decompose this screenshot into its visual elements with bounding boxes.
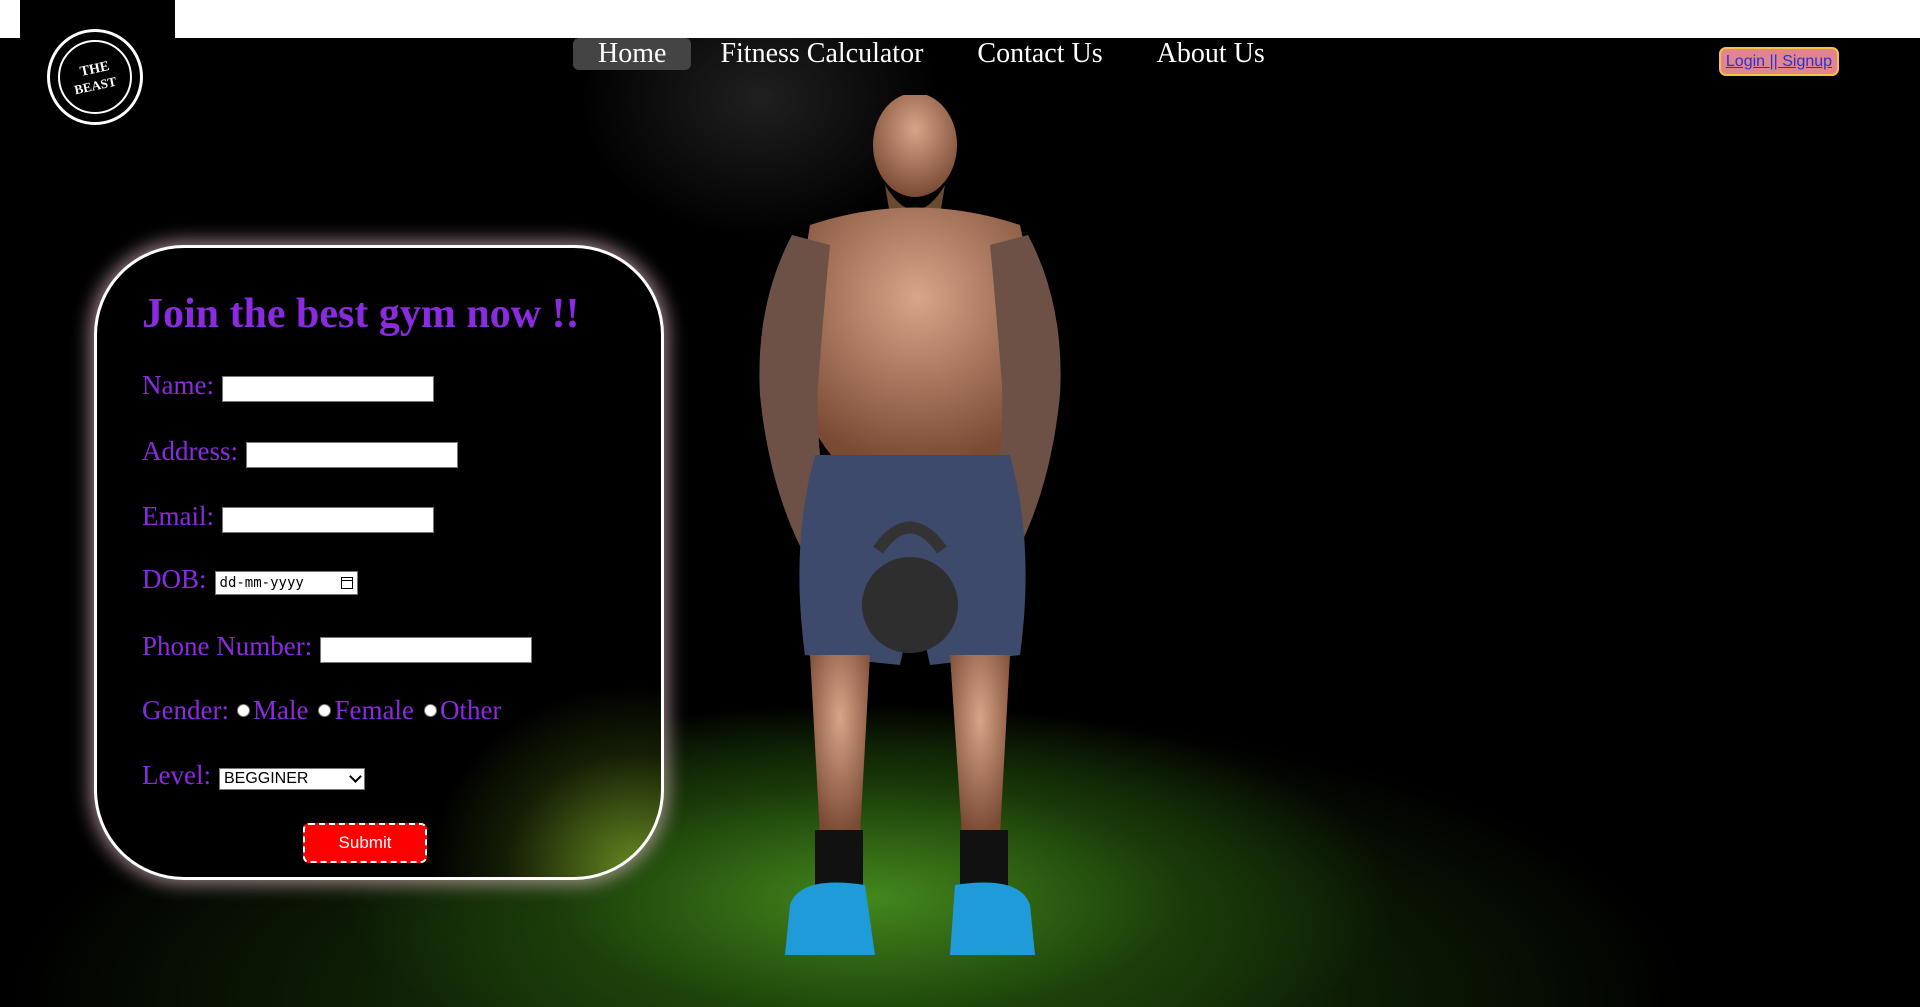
nav-home[interactable]: Home [573, 38, 692, 70]
gender-option-male[interactable]: Male [236, 695, 309, 726]
address-label: Address: [142, 435, 238, 466]
logo-text-beast: BEAST [72, 73, 118, 97]
level-label: Level: [142, 760, 211, 790]
level-select[interactable]: BEGGINER [218, 767, 365, 790]
logo-emblem: THE BEAST [58, 40, 132, 114]
dob-row: DOB: dd-mm-yyyy [142, 564, 358, 595]
phone-label: Phone Number: [142, 630, 313, 661]
gender-male-label: Male [252, 695, 309, 725]
gender-female-label: Female [334, 695, 414, 725]
gender-label: Gender: [142, 695, 229, 725]
nav-about-us[interactable]: About Us [1132, 38, 1290, 70]
nav-fitness-calculator[interactable]: Fitness Calculator [695, 38, 948, 70]
form-title: Join the best gym now !! [142, 291, 580, 337]
email-row: Email: [142, 499, 434, 533]
dob-label: DOB: [142, 564, 207, 594]
email-label: Email: [142, 500, 214, 531]
phone-row: Phone Number: [142, 629, 533, 663]
radio-female[interactable] [318, 704, 332, 717]
level-row: Level: BEGGINER [142, 760, 365, 791]
gym-logo-icon[interactable]: THE BEAST [47, 29, 143, 125]
radio-other[interactable] [423, 704, 437, 717]
name-label: Name: [142, 369, 214, 400]
level-selected-value: BEGGINER [223, 769, 309, 787]
email-input[interactable] [221, 507, 434, 533]
login-signup-button[interactable]: Login || Signup [1719, 47, 1839, 76]
join-form-card: Join the best gym now !! Name: Address: … [94, 245, 664, 880]
address-input[interactable] [246, 442, 458, 468]
top-white-bar [0, 0, 1920, 38]
name-input[interactable] [221, 376, 434, 402]
dob-input[interactable]: dd-mm-yyyy [214, 570, 358, 595]
chevron-down-icon [349, 770, 362, 783]
nav-contact-us[interactable]: Contact Us [952, 38, 1127, 70]
submit-button[interactable]: Submit [303, 823, 427, 863]
name-row: Name: [142, 368, 434, 402]
phone-input[interactable] [320, 637, 533, 663]
main-nav: Home Fitness Calculator Contact Us About… [573, 38, 1294, 70]
gender-option-other[interactable]: Other [423, 695, 502, 726]
radio-male[interactable] [236, 704, 250, 717]
address-row: Address: [142, 434, 458, 468]
calendar-icon[interactable] [340, 576, 353, 589]
dob-placeholder: dd-mm-yyyy [219, 574, 304, 591]
gender-option-female[interactable]: Female [318, 695, 414, 726]
gender-row: Gender: Male Female Other [142, 695, 511, 726]
athlete-image [759, 95, 1061, 955]
gender-other-label: Other [439, 695, 502, 725]
